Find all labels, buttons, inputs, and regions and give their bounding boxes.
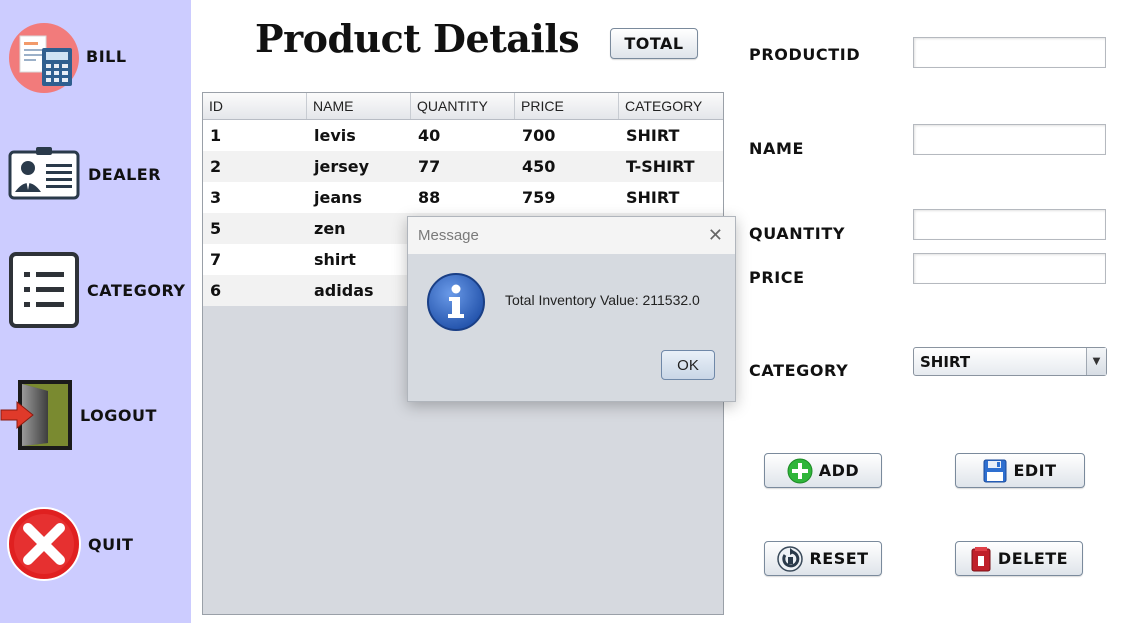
- ok-button[interactable]: OK: [661, 350, 715, 380]
- price-label: PRICE: [749, 268, 805, 287]
- add-button-label: ADD: [818, 461, 860, 480]
- sidebar-item-quit[interactable]: QUIT: [6, 506, 133, 582]
- name-input[interactable]: [914, 125, 1105, 154]
- sidebar-item-label: QUIT: [88, 534, 134, 554]
- total-button[interactable]: TOTAL: [610, 28, 698, 59]
- quantity-label: QUANTITY: [749, 224, 846, 243]
- cell-category: SHIRT: [626, 188, 680, 207]
- column-header-price[interactable]: PRICE: [515, 93, 619, 119]
- cell-name: shirt: [314, 250, 356, 269]
- cell-name: zen: [314, 219, 346, 238]
- close-icon[interactable]: ✕: [708, 225, 723, 246]
- cell-id: 6: [210, 281, 222, 300]
- sidebar-item-label: BILL: [86, 46, 127, 66]
- price-field[interactable]: [913, 253, 1106, 284]
- page-title: Product Details: [255, 16, 580, 61]
- cell-category: T-SHIRT: [626, 157, 695, 176]
- quantity-input[interactable]: [914, 210, 1105, 239]
- cell-id: 1: [210, 126, 222, 145]
- sidebar-item-label: CATEGORY: [87, 280, 186, 300]
- cell-name: levis: [314, 126, 356, 145]
- dialog-titlebar[interactable]: Message ✕: [408, 217, 735, 254]
- table-row[interactable]: 3 jeans 88 759 SHIRT: [203, 182, 723, 213]
- cell-price: 700: [522, 126, 556, 145]
- sidebar-item-dealer[interactable]: DEALER: [8, 146, 161, 202]
- edit-button-label: EDIT: [1013, 461, 1057, 480]
- sidebar-item-bill[interactable]: BILL: [6, 18, 127, 94]
- sidebar: BILL DEALER CATEGORY LOGOUT QUIT: [0, 0, 191, 623]
- table-header: ID NAME QUANTITY PRICE CATEGORY: [203, 93, 723, 120]
- cell-quantity: 77: [418, 157, 441, 176]
- cell-name: adidas: [314, 281, 374, 300]
- info-icon: [426, 272, 486, 336]
- productid-label: PRODUCTID: [749, 45, 861, 64]
- total-button-label: TOTAL: [624, 34, 684, 53]
- cell-id: 5: [210, 219, 222, 238]
- productid-input[interactable]: [914, 38, 1105, 67]
- cell-price: 450: [522, 157, 556, 176]
- quantity-field[interactable]: [913, 209, 1106, 240]
- name-label: NAME: [749, 139, 805, 158]
- chevron-down-icon[interactable]: ▼: [1086, 348, 1106, 375]
- cell-id: 3: [210, 188, 222, 207]
- dialog-title: Message: [418, 227, 479, 244]
- floppy-disk-icon: [983, 459, 1007, 483]
- bill-calculator-icon: [6, 18, 82, 94]
- cell-name: jersey: [314, 157, 370, 176]
- delete-icon: [970, 546, 992, 572]
- list-icon: [9, 252, 79, 328]
- cell-price: 759: [522, 188, 556, 207]
- table-row[interactable]: 2 jersey 77 450 T-SHIRT: [203, 151, 723, 182]
- plus-circle-icon: [787, 458, 813, 484]
- column-header-quantity[interactable]: QUANTITY: [411, 93, 515, 119]
- cell-category: SHIRT: [626, 126, 680, 145]
- sidebar-item-category[interactable]: CATEGORY: [9, 252, 186, 328]
- name-field[interactable]: [913, 124, 1106, 155]
- dialog-body: Total Inventory Value: 211532.0 OK: [408, 254, 735, 401]
- dialog-message: Total Inventory Value: 211532.0: [505, 292, 700, 308]
- sidebar-item-logout[interactable]: LOGOUT: [0, 379, 157, 451]
- productid-field[interactable]: [913, 37, 1106, 68]
- cell-name: jeans: [314, 188, 363, 207]
- category-select-value: SHIRT: [920, 352, 971, 371]
- delete-button-label: DELETE: [997, 549, 1069, 568]
- reset-icon: [777, 545, 804, 572]
- cell-quantity: 88: [418, 188, 441, 207]
- column-header-name[interactable]: NAME: [307, 93, 411, 119]
- column-header-category[interactable]: CATEGORY: [619, 93, 721, 119]
- price-input[interactable]: [914, 254, 1105, 283]
- category-select[interactable]: SHIRT ▼: [913, 347, 1107, 376]
- table-row[interactable]: 1 levis 40 700 SHIRT: [203, 120, 723, 151]
- close-circle-icon: [6, 506, 82, 582]
- id-card-icon: [8, 146, 80, 202]
- edit-button[interactable]: EDIT: [955, 453, 1085, 488]
- add-button[interactable]: ADD: [764, 453, 882, 488]
- reset-button[interactable]: RESET: [764, 541, 882, 576]
- sidebar-item-label: DEALER: [88, 164, 162, 184]
- category-label: CATEGORY: [749, 361, 849, 380]
- logout-door-icon: [0, 379, 74, 451]
- app-window: BILL DEALER CATEGORY LOGOUT QUIT Product…: [0, 0, 1138, 623]
- delete-button[interactable]: DELETE: [955, 541, 1083, 576]
- cell-id: 2: [210, 157, 222, 176]
- cell-id: 7: [210, 250, 222, 269]
- cell-quantity: 40: [418, 126, 441, 145]
- reset-button-label: RESET: [809, 549, 869, 568]
- column-header-id[interactable]: ID: [203, 93, 307, 119]
- message-dialog: Message ✕ Total Inventory Value: 211532.…: [407, 216, 736, 402]
- sidebar-item-label: LOGOUT: [80, 405, 157, 425]
